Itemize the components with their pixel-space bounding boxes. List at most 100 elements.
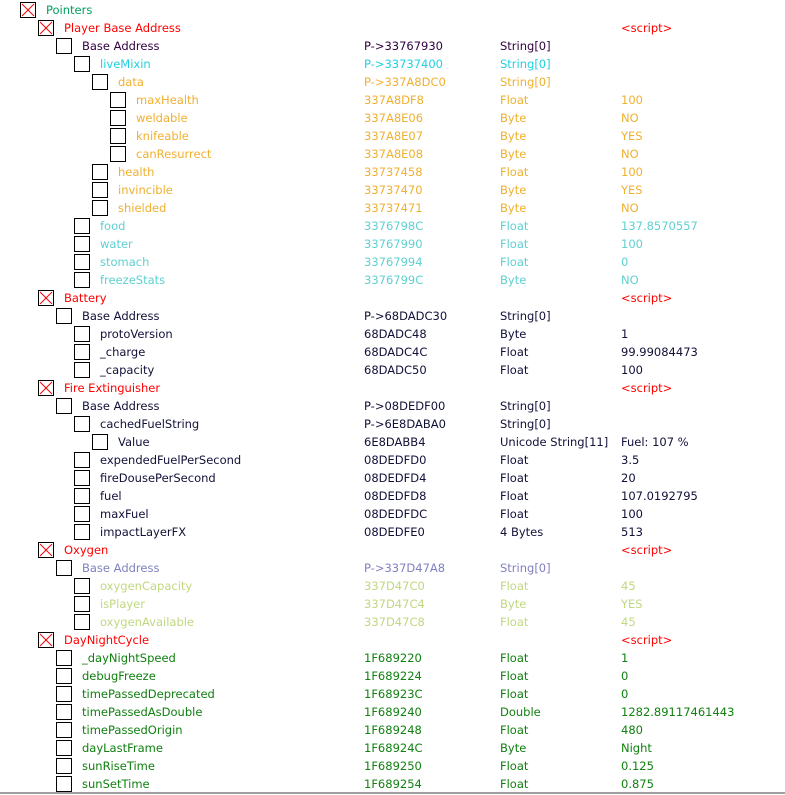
active-checkbox[interactable] [74,218,90,234]
active-checkbox[interactable] [74,272,90,288]
active-checkbox[interactable] [56,560,72,576]
address-list-row[interactable]: DayNightCycle <script> [0,631,785,649]
address-list-row[interactable]: timePassedAsDouble 1F689240 Double 1282.891… [0,703,785,721]
address-list-row[interactable]: Base Address P->08DEDF00 String[0] [0,397,785,415]
active-checkbox[interactable] [74,596,90,612]
address-list-row[interactable]: _dayNightSpeed 1F689220 Float 1 [0,649,785,667]
address-list-row[interactable]: Pointers [0,1,785,19]
row-value: 99.99084473 [621,345,698,359]
address-list-row[interactable]: canResurrect 337A8E08 Byte NO [0,145,785,163]
active-checkbox[interactable] [56,758,72,774]
row-type: Float [500,687,529,701]
address-list-row[interactable]: water 33767990 Float 100 [0,235,785,253]
active-checkbox[interactable] [110,110,126,126]
active-checkbox[interactable] [74,524,90,540]
address-list-row[interactable]: fireDousePerSecond 08DEDFD4 Float 20 [0,469,785,487]
address-list-row[interactable]: _charge 68DADC4C Float 99.99084473 [0,343,785,361]
active-checkbox[interactable] [110,92,126,108]
address-list-row[interactable]: _capacity 68DADC50 Float 100 [0,361,785,379]
active-checkbox-x-icon[interactable] [38,20,54,36]
active-checkbox[interactable] [74,578,90,594]
active-checkbox[interactable] [56,686,72,702]
row-type: String[0] [500,75,551,89]
address-list-row[interactable]: Battery <script> [0,289,785,307]
address-list-row[interactable]: oxygenCapacity 337D47C0 Float 45 [0,577,785,595]
address-list-row[interactable]: debugFreeze 1F689224 Float 0 [0,667,785,685]
active-checkbox[interactable] [56,308,72,324]
row-address: 337D47C0 [364,579,425,593]
active-checkbox[interactable] [92,434,108,450]
active-checkbox[interactable] [74,416,90,432]
active-checkbox-x-icon[interactable] [38,542,54,558]
active-checkbox-x-icon[interactable] [20,2,36,18]
address-list-row[interactable]: health 33737458 Float 100 [0,163,785,181]
address-list-row[interactable]: oxygenAvailable 337D47C8 Float 45 [0,613,785,631]
address-list-row[interactable]: timePassedOrigin 1F689248 Float 480 [0,721,785,739]
address-list-row[interactable]: fuel 08DEDFD8 Float 107.0192795 [0,487,785,505]
active-checkbox[interactable] [56,650,72,666]
active-checkbox[interactable] [74,614,90,630]
address-list-row[interactable]: data P->337A8DC0 String[0] [0,73,785,91]
address-list-row[interactable]: freezeStats 3376799C Byte NO [0,271,785,289]
row-value: <script> [621,633,673,647]
address-list-row[interactable]: Player Base Address <script> [0,19,785,37]
address-list-row[interactable]: isPlayer 337D47C4 Byte YES [0,595,785,613]
active-checkbox[interactable] [56,740,72,756]
address-list[interactable]: Pointers Player Base Address <script> Base … [0,1,785,793]
address-list-row[interactable]: timePassedDeprecated 1F68923C Float 0 [0,685,785,703]
active-checkbox[interactable] [74,452,90,468]
address-list-row[interactable]: Base Address P->33767930 String[0] [0,37,785,55]
address-list-row[interactable]: impactLayerFX 08DEDFE0 4 Bytes 513 [0,523,785,541]
row-description: timePassedOrigin [82,723,183,737]
active-checkbox[interactable] [92,74,108,90]
active-checkbox[interactable] [74,362,90,378]
address-list-row[interactable]: maxHealth 337A8DF8 Float 100 [0,91,785,109]
row-address: P->337A8DC0 [364,75,446,89]
address-list-row[interactable]: maxFuel 08DEDFDC Float 100 [0,505,785,523]
active-checkbox[interactable] [56,704,72,720]
active-checkbox[interactable] [74,470,90,486]
row-address: 1F68924C [364,741,423,755]
address-list-row[interactable]: food 3376798C Float 137.8570557 [0,217,785,235]
active-checkbox[interactable] [74,254,90,270]
address-list-row[interactable]: liveMixin P->33737400 String[0] [0,55,785,73]
active-checkbox[interactable] [110,128,126,144]
active-checkbox[interactable] [92,164,108,180]
active-checkbox[interactable] [56,722,72,738]
active-checkbox[interactable] [56,398,72,414]
address-list-row[interactable]: stomach 33767994 Float 0 [0,253,785,271]
address-list-row[interactable]: invincible 33737470 Byte YES [0,181,785,199]
active-checkbox[interactable] [92,182,108,198]
active-checkbox-x-icon[interactable] [38,290,54,306]
active-checkbox[interactable] [74,344,90,360]
active-checkbox[interactable] [110,146,126,162]
address-list-row[interactable]: shielded 33737471 Byte NO [0,199,785,217]
address-list-row[interactable]: Value 6E8DABB4 Unicode String[11] Fuel: 107… [0,433,785,451]
active-checkbox[interactable] [74,488,90,504]
address-list-row[interactable]: sunSetTime 1F689254 Float 0.875 [0,775,785,793]
active-checkbox[interactable] [56,776,72,792]
address-list-row[interactable]: cachedFuelString P->6E8DABA0 String[0] [0,415,785,433]
address-list-row[interactable]: dayLastFrame 1F68924C Byte Night [0,739,785,757]
address-list-row[interactable]: protoVersion 68DADC48 Byte 1 [0,325,785,343]
address-list-row[interactable]: Fire Extinguisher <script> [0,379,785,397]
address-list-row[interactable]: knifeable 337A8E07 Byte YES [0,127,785,145]
active-checkbox-x-icon[interactable] [38,380,54,396]
address-list-row[interactable]: sunRiseTime 1F689250 Float 0.125 [0,757,785,775]
row-value: Night [621,741,652,755]
active-checkbox[interactable] [74,506,90,522]
active-checkbox[interactable] [92,200,108,216]
active-checkbox[interactable] [56,668,72,684]
active-checkbox-x-icon[interactable] [38,632,54,648]
address-list-row[interactable]: Base Address P->68DADC30 String[0] [0,307,785,325]
active-checkbox[interactable] [74,326,90,342]
active-checkbox[interactable] [56,38,72,54]
address-list-row[interactable]: Oxygen <script> [0,541,785,559]
address-list-row[interactable]: expendedFuelPerSecond 08DEDFD0 Float 3.5 [0,451,785,469]
active-checkbox[interactable] [74,236,90,252]
active-checkbox[interactable] [74,56,90,72]
row-description: oxygenCapacity [100,579,193,593]
address-list-row[interactable]: Base Address P->337D47A8 String[0] [0,559,785,577]
address-list-row[interactable]: weldable 337A8E06 Byte NO [0,109,785,127]
row-value: 480 [621,723,643,737]
